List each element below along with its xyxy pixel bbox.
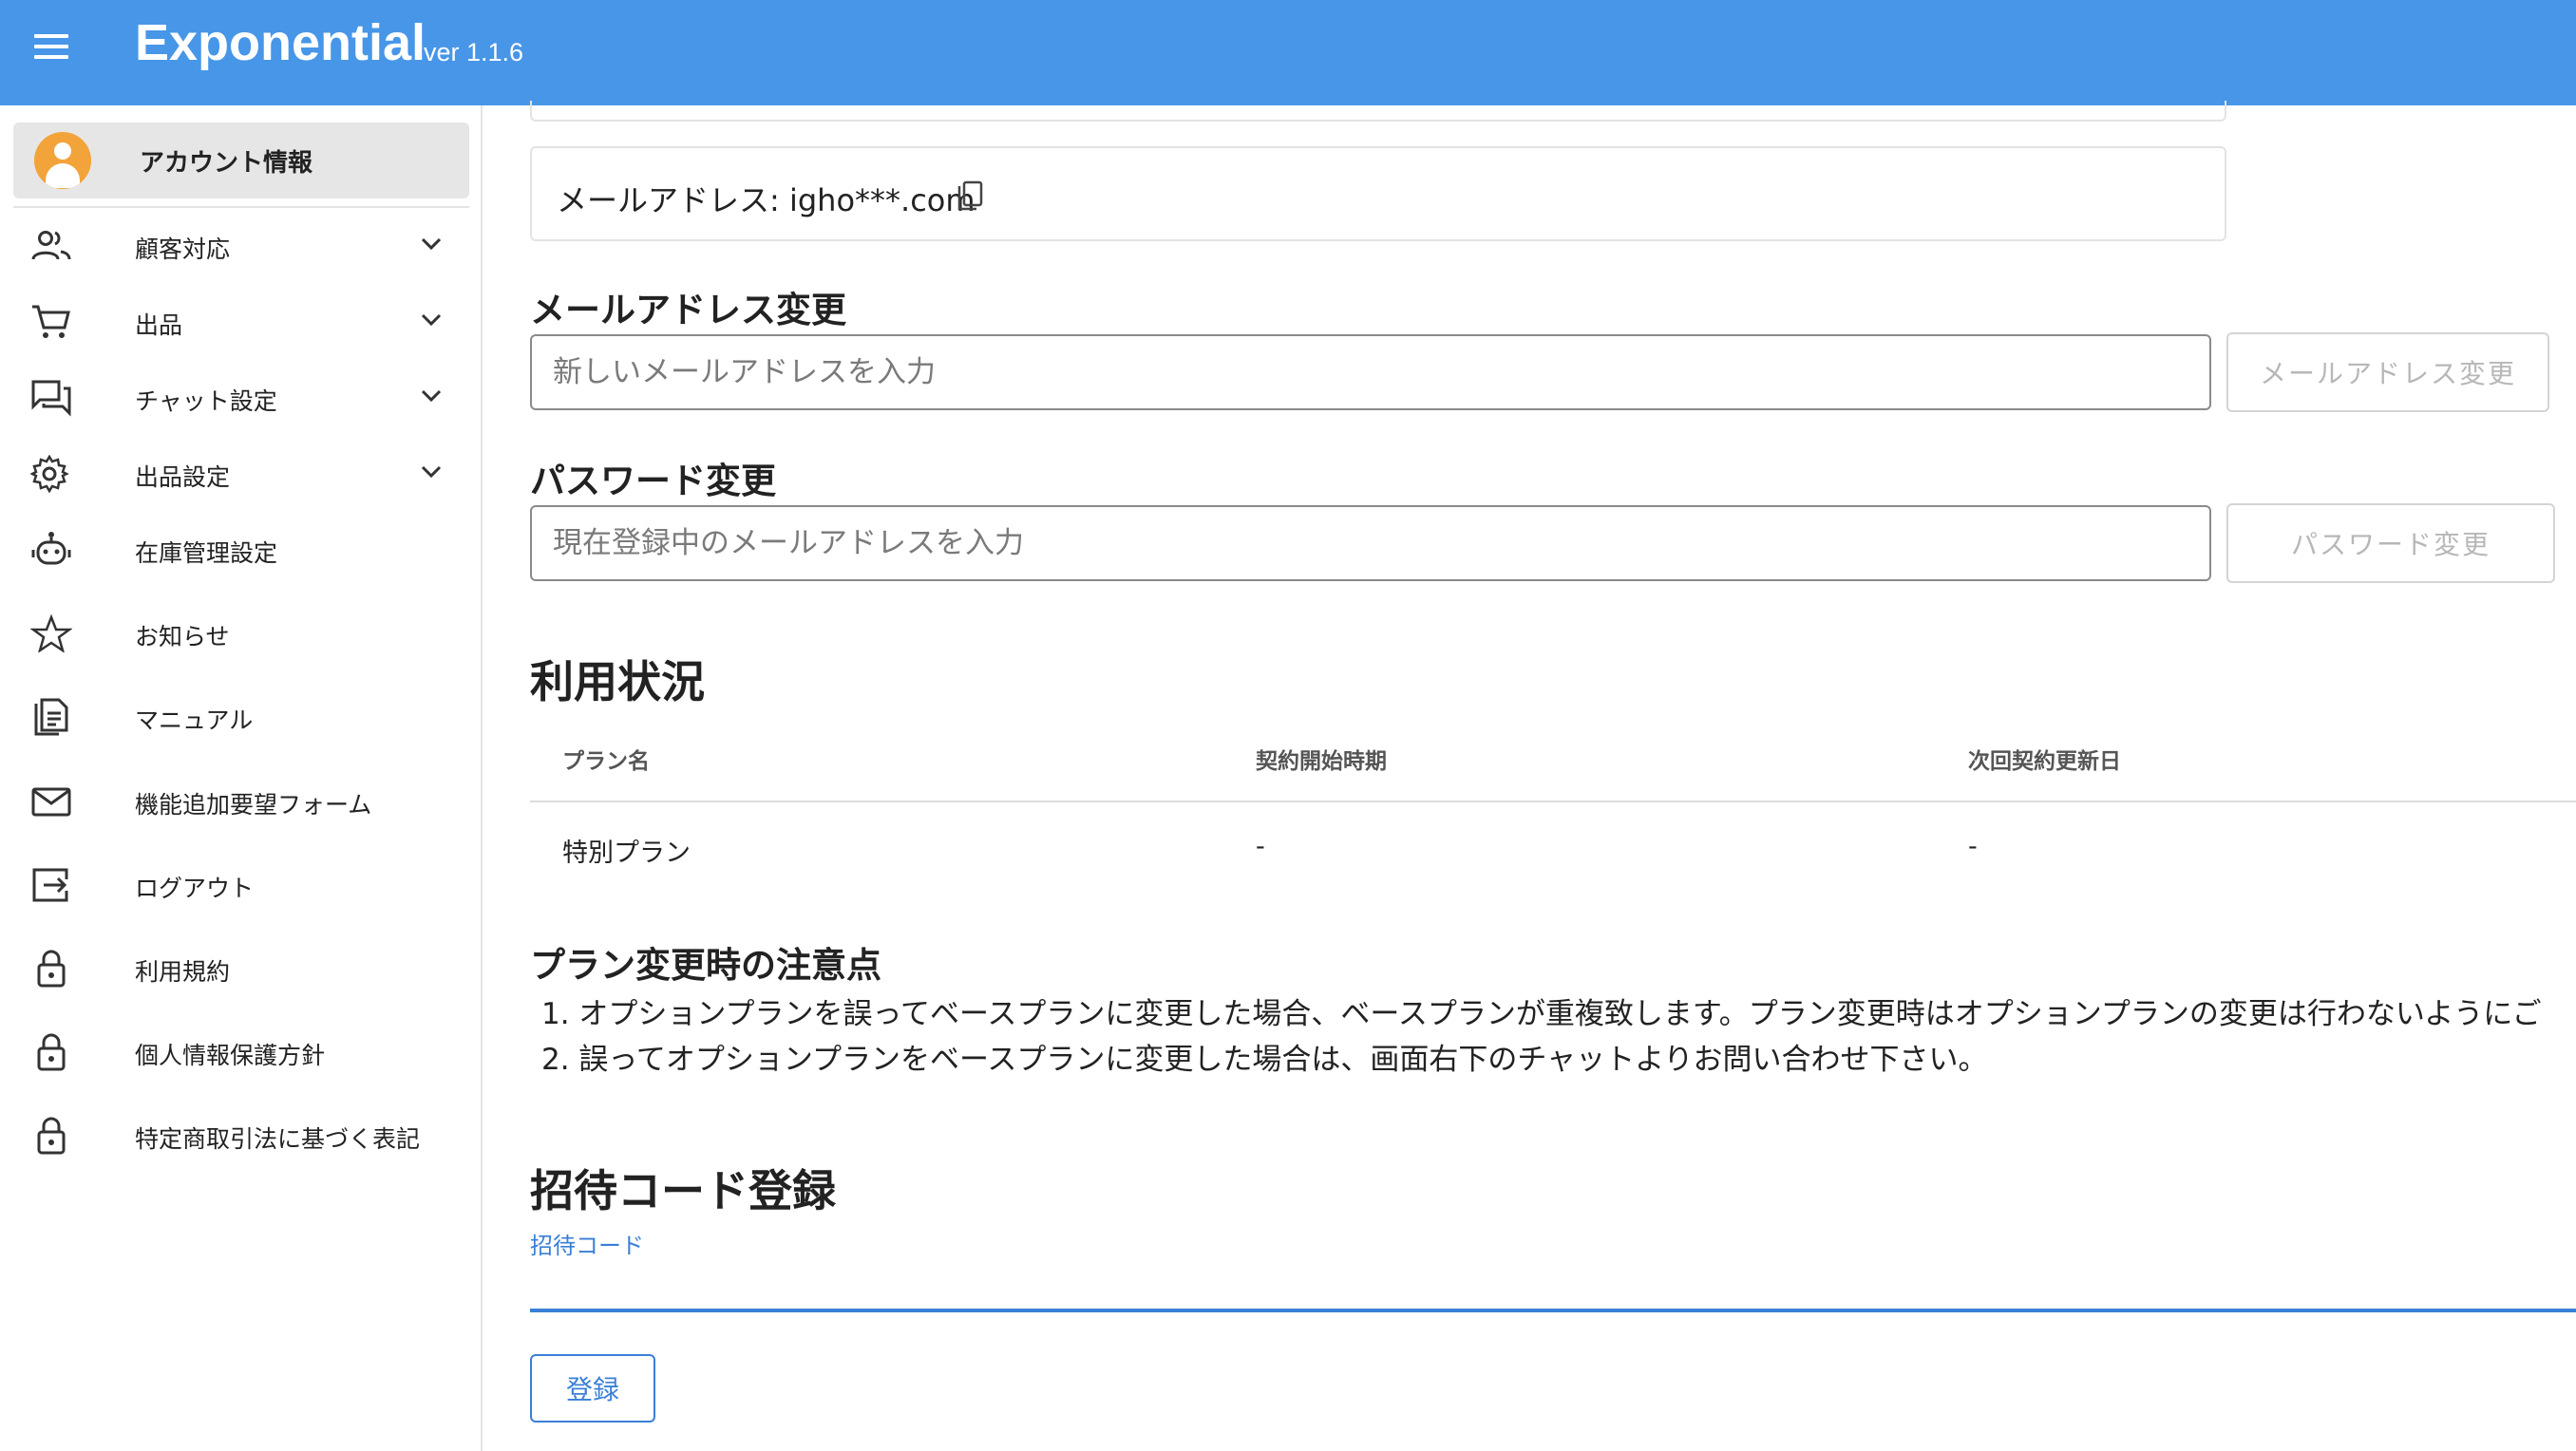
sidebar-item-label: アカウント情報 (140, 149, 313, 178)
table-header-renewal: 次回契約更新日 (1968, 749, 2121, 774)
sidebar-item-account[interactable]: アカウント情報 (13, 122, 469, 198)
star-icon (30, 614, 72, 652)
sidebar-item-chat-settings[interactable]: チャット設定 (0, 364, 481, 430)
plan-notes-heading: プラン変更時の注意点 (530, 945, 881, 986)
copy-icon[interactable] (956, 180, 984, 213)
sidebar-item-terms[interactable]: 利用規約 (0, 934, 481, 1001)
lock-icon (37, 1117, 66, 1155)
lock-icon (37, 1033, 66, 1071)
invite-code-label: 招待コード (530, 1233, 644, 1259)
sidebar-item-feature-request[interactable]: 機能追加要望フォーム (0, 767, 481, 834)
sidebar-item-label: 出品 (135, 311, 183, 339)
app-bar: Exponential ver 1.1.6 (0, 0, 2576, 105)
table-header-plan: プラン名 (562, 749, 650, 774)
sidebar-item-notices[interactable]: お知らせ (0, 599, 481, 666)
sidebar-item-label: 利用規約 (135, 958, 231, 986)
sidebar-item-privacy[interactable]: 個人情報保護方針 (0, 1018, 481, 1084)
email-change-heading: メールアドレス変更 (530, 290, 846, 330)
menu-icon[interactable] (32, 32, 70, 63)
sidebar-item-inventory-settings[interactable]: 在庫管理設定 (0, 516, 481, 582)
password-change-input[interactable] (530, 505, 2211, 581)
cart-icon (32, 305, 70, 338)
plan-note-1: 1. オプションプランを誤ってベースプランに変更した場合、ベースプランが重複致し… (541, 997, 2542, 1031)
logout-icon (32, 868, 68, 902)
table-cell-plan: 特別プラン (562, 839, 691, 868)
invite-heading: 招待コード登録 (530, 1165, 836, 1216)
sidebar-item-label: 特定商取引法に基づく表記 (135, 1125, 421, 1153)
chevron-down-icon[interactable] (418, 459, 445, 485)
sidebar-item-manual[interactable]: マニュアル (0, 683, 481, 749)
sidebar-item-label: お知らせ (135, 623, 230, 650)
avatar-icon (34, 132, 91, 189)
sidebar-item-commercial-law[interactable]: 特定商取引法に基づく表記 (0, 1102, 481, 1168)
sidebar-item-customer[interactable]: 顧客対応 (0, 212, 481, 278)
register-button[interactable]: 登録 (530, 1354, 655, 1423)
previous-card (530, 101, 2226, 122)
table-cell-start: - (1256, 832, 1265, 861)
sidebar-item-label: マニュアル (135, 707, 254, 734)
sidebar-item-label: 在庫管理設定 (135, 539, 278, 567)
sidebar: アカウント情報 顧客対応 出品 チャット設定 出品設定 在庫管理設定 お知らせ … (0, 105, 483, 1451)
sidebar-divider (13, 206, 469, 208)
sidebar-item-label: 個人情報保護方針 (135, 1042, 326, 1069)
sidebar-item-label: 機能追加要望フォーム (135, 791, 372, 819)
app-title: Exponential (135, 14, 426, 71)
usage-heading: 利用状況 (530, 656, 705, 707)
table-cell-renewal: - (1968, 832, 1978, 861)
sidebar-item-label: ログアウト (135, 875, 255, 902)
chat-icon (31, 380, 71, 417)
table-header-start: 契約開始時期 (1256, 749, 1387, 774)
people-icon (31, 231, 71, 260)
lock-icon (37, 950, 66, 988)
password-change-button[interactable]: パスワード変更 (2226, 503, 2555, 583)
robot-icon (31, 532, 71, 565)
chevron-down-icon[interactable] (418, 231, 445, 257)
invite-code-input[interactable] (530, 1259, 2576, 1312)
gear-icon (30, 455, 69, 493)
sidebar-item-listing-settings[interactable]: 出品設定 (0, 440, 481, 506)
current-email: メールアドレス: igho***.com (557, 182, 975, 218)
sidebar-item-label: 出品設定 (135, 463, 231, 491)
sidebar-item-logout[interactable]: ログアウト (0, 851, 481, 917)
document-icon (34, 698, 68, 736)
mail-icon (31, 787, 71, 817)
plan-note-2: 2. 誤ってオプションプランをベースプランに変更した場合は、画面右下のチャットよ… (541, 1043, 1988, 1077)
email-card: メールアドレス: igho***.com (530, 146, 2226, 241)
sidebar-item-listing[interactable]: 出品 (0, 288, 481, 354)
email-change-button[interactable]: メールアドレス変更 (2226, 332, 2549, 412)
new-email-input[interactable] (530, 334, 2211, 410)
chevron-down-icon[interactable] (418, 383, 445, 409)
sidebar-item-label: 顧客対応 (135, 236, 231, 263)
sidebar-item-label: チャット設定 (135, 387, 277, 415)
table-divider (530, 801, 2576, 802)
password-change-heading: パスワード変更 (530, 461, 776, 501)
chevron-down-icon[interactable] (418, 307, 445, 333)
app-version: ver 1.1.6 (424, 38, 524, 66)
